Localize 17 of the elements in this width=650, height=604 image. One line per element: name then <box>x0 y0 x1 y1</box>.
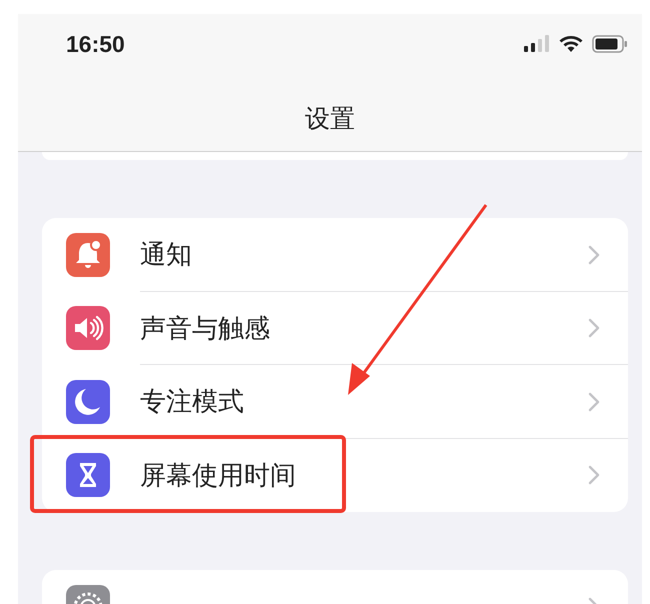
settings-row[interactable]: 声音与触感 <box>42 292 628 365</box>
status-time: 16:50 <box>66 30 125 58</box>
chevron-icon <box>588 465 600 486</box>
chevron-icon <box>588 244 600 265</box>
row-label: 声音与触感 <box>140 312 271 346</box>
chevron-icon <box>588 318 600 338</box>
settings-row[interactable]: 专注模式 <box>42 365 628 438</box>
row-label: 专注模式 <box>140 386 245 420</box>
row-label: 通知 <box>140 239 193 272</box>
row-label: 屏幕使用时间 <box>140 460 297 493</box>
signal-icon <box>524 35 550 53</box>
battery-icon <box>592 35 628 53</box>
chevron-icon <box>588 392 600 412</box>
settings-row[interactable]: 屏幕使用时间 <box>42 438 628 512</box>
settings-row[interactable]: 通知 <box>42 218 628 292</box>
screen-title: 设置 <box>304 103 356 135</box>
wifi-icon <box>558 34 584 54</box>
